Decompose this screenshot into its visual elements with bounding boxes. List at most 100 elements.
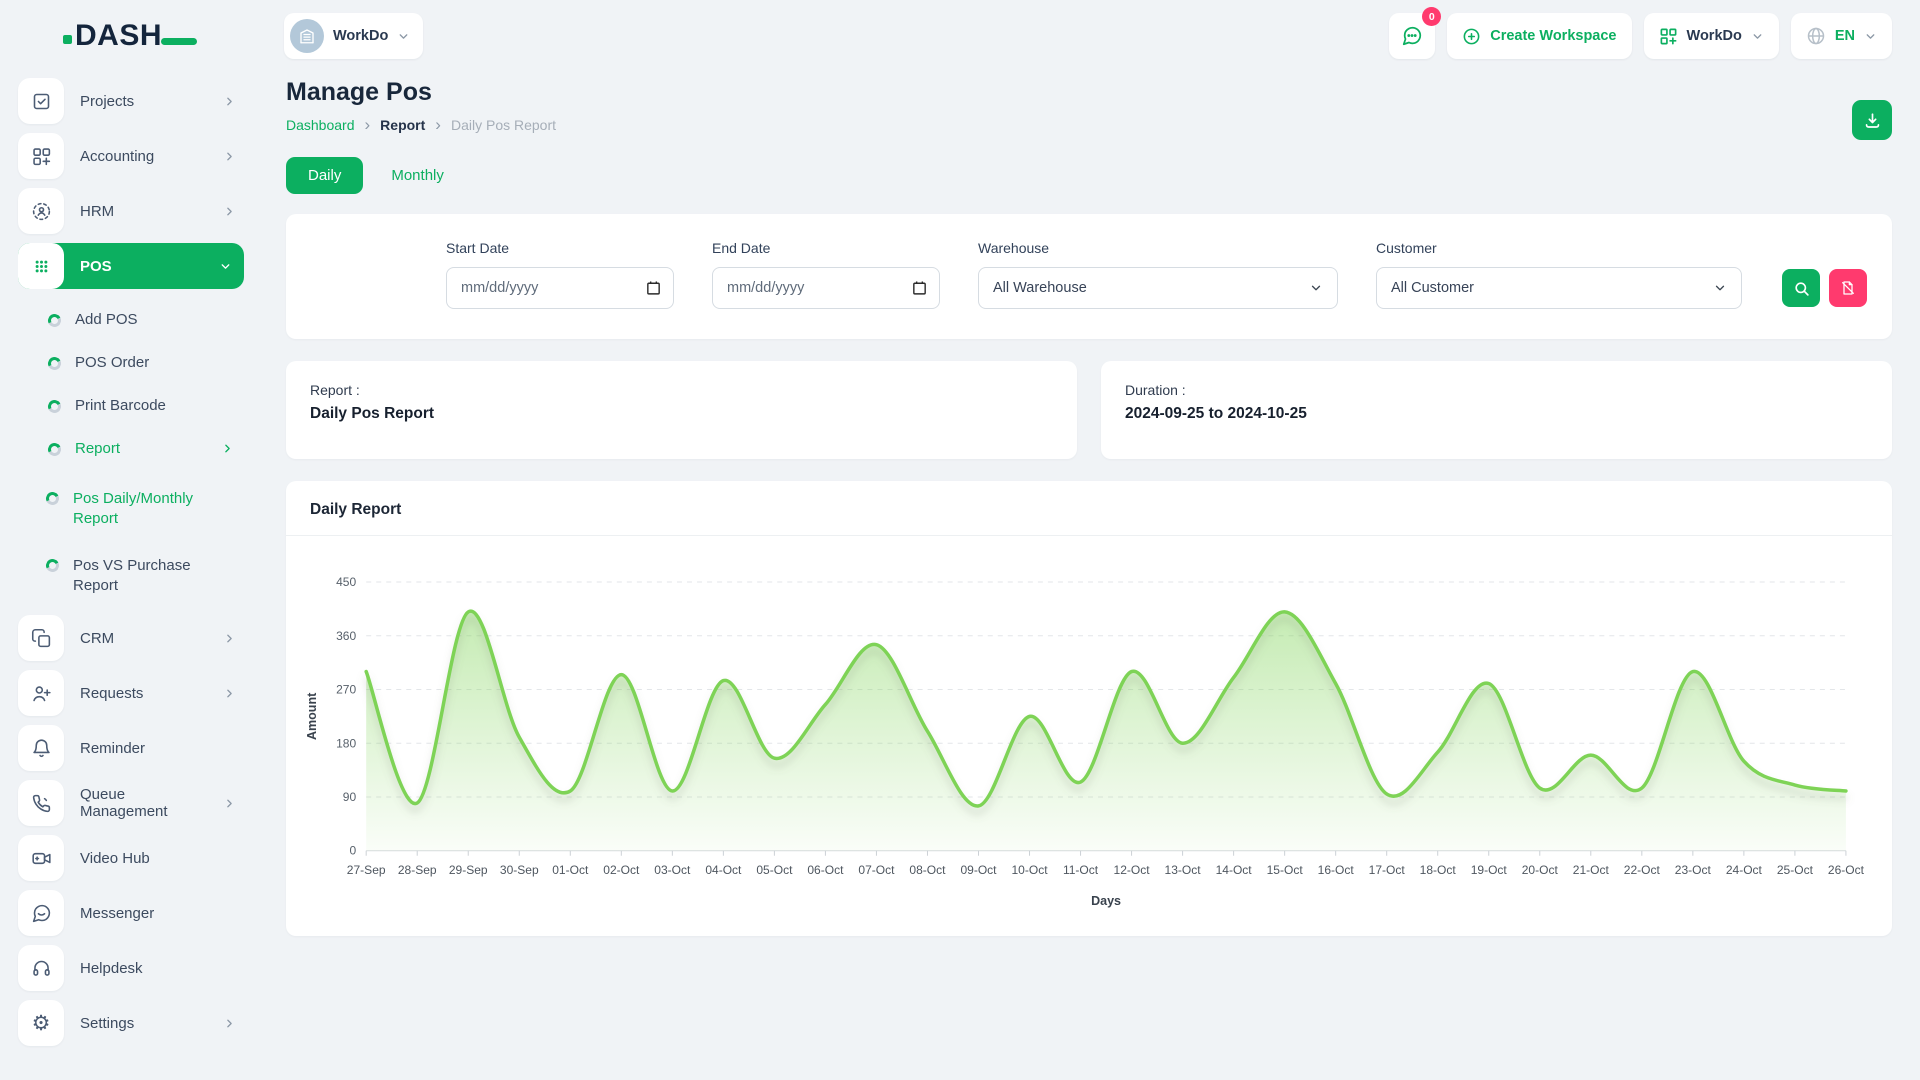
start-date-input[interactable] (446, 267, 674, 309)
svg-text:21-Oct: 21-Oct (1573, 863, 1610, 877)
workspace-switcher[interactable]: WorkDo (284, 13, 423, 59)
svg-text:16-Oct: 16-Oct (1318, 863, 1355, 877)
search-icon (1793, 280, 1810, 297)
grid-plus-icon (1659, 27, 1678, 46)
submenu-item-pos-order[interactable]: POS Order (48, 341, 244, 384)
create-workspace-button[interactable]: Create Workspace (1447, 13, 1631, 59)
sidebar-item-accounting[interactable]: Accounting (18, 133, 244, 179)
workspace-menu[interactable]: WorkDo (1644, 13, 1779, 59)
svg-text:01-Oct: 01-Oct (552, 863, 589, 877)
tab-daily[interactable]: Daily (286, 157, 363, 194)
customer-select[interactable]: All Customer (1376, 267, 1742, 309)
dash-logo: DASH (0, 21, 260, 51)
sidebar-item-messenger[interactable]: Messenger (18, 890, 244, 936)
sidebar-item-reminder[interactable]: Reminder (18, 725, 244, 771)
end-date-input[interactable] (712, 267, 940, 309)
sidebar-item-video-hub[interactable]: Video Hub (18, 835, 244, 881)
tab-monthly[interactable]: Monthly (377, 157, 458, 194)
sidebar-item-settings[interactable]: ⚙ Settings (18, 1000, 244, 1046)
video-camera-icon (18, 835, 64, 881)
file-slash-icon (1840, 280, 1856, 296)
sidebar-item-label: Video Hub (80, 850, 150, 867)
breadcrumb-report-link[interactable]: Report (380, 117, 425, 133)
svg-text:02-Oct: 02-Oct (603, 863, 640, 877)
chevron-down-icon (1309, 281, 1323, 295)
chevron-down-icon (219, 260, 232, 273)
submenu-item-pos-daily-monthly-report[interactable]: Pos Daily/Monthly Report (46, 476, 244, 543)
submenu-item-add-pos[interactable]: Add POS (48, 298, 244, 341)
sidebar-item-label: HRM (80, 203, 114, 220)
svg-text:24-Oct: 24-Oct (1726, 863, 1763, 877)
svg-text:450: 450 (336, 575, 356, 589)
sidebar-item-helpdesk[interactable]: Helpdesk (18, 945, 244, 991)
svg-text:22-Oct: 22-Oct (1624, 863, 1661, 877)
chevron-down-icon (397, 30, 410, 43)
svg-text:20-Oct: 20-Oct (1522, 863, 1559, 877)
chart-title: Daily Report (286, 481, 1892, 535)
svg-text:270: 270 (336, 683, 356, 697)
chevron-right-icon (223, 797, 236, 810)
globe-icon (1806, 26, 1826, 46)
sidebar-item-label: Accounting (80, 148, 154, 165)
chart-area: 45036027018090027-Sep28-Sep29-Sep30-Sep0… (286, 536, 1892, 918)
svg-text:180: 180 (336, 736, 356, 750)
ring-bullet-icon (44, 557, 61, 574)
svg-text:04-Oct: 04-Oct (705, 863, 742, 877)
chevron-right-icon (223, 95, 236, 108)
daily-report-area-chart: 45036027018090027-Sep28-Sep29-Sep30-Sep0… (302, 566, 1866, 913)
chat-bubble-icon (1401, 25, 1423, 47)
warehouse-select[interactable]: All Warehouse (978, 267, 1338, 309)
reset-filter-button[interactable] (1829, 269, 1867, 307)
ring-bullet-icon (46, 441, 63, 458)
sidebar-item-requests[interactable]: Requests (18, 670, 244, 716)
end-date-group: End Date (712, 240, 940, 309)
svg-text:27-Sep: 27-Sep (347, 863, 386, 877)
svg-text:26-Oct: 26-Oct (1828, 863, 1865, 877)
svg-text:07-Oct: 07-Oct (858, 863, 895, 877)
svg-text:13-Oct: 13-Oct (1165, 863, 1202, 877)
sidebar-item-label: Helpdesk (80, 960, 143, 977)
svg-text:09-Oct: 09-Oct (960, 863, 997, 877)
submenu-item-report[interactable]: Report (48, 427, 244, 470)
plus-circle-icon (1462, 27, 1481, 46)
svg-text:90: 90 (343, 790, 357, 804)
download-icon (1863, 111, 1882, 130)
submenu-item-pos-vs-purchase-report[interactable]: Pos VS Purchase Report (46, 543, 244, 610)
chevron-down-icon (1864, 30, 1877, 43)
submenu-item-label: Pos Daily/Monthly Report (73, 489, 213, 530)
end-date-label: End Date (712, 240, 940, 256)
sidebar: Projects Accounting HRM (0, 64, 260, 1080)
svg-text:03-Oct: 03-Oct (654, 863, 691, 877)
duration-label: Duration : (1125, 382, 1868, 398)
chevron-right-icon (223, 1017, 236, 1030)
download-report-button[interactable] (1852, 100, 1892, 140)
sidebar-item-queue-management[interactable]: Queue Management (18, 780, 244, 826)
svg-text:360: 360 (336, 629, 356, 643)
language-code: EN (1835, 28, 1855, 44)
svg-text:10-Oct: 10-Oct (1011, 863, 1048, 877)
svg-text:08-Oct: 08-Oct (909, 863, 946, 877)
sidebar-item-crm[interactable]: CRM (18, 615, 244, 661)
sidebar-item-projects[interactable]: Projects (18, 78, 244, 124)
page-title: Manage Pos (286, 78, 1892, 107)
sidebar-item-pos[interactable]: POS (18, 243, 244, 289)
submenu-item-print-barcode[interactable]: Print Barcode (48, 384, 244, 427)
sidebar-item-hrm[interactable]: HRM (18, 188, 244, 234)
breadcrumb-dashboard-link[interactable]: Dashboard (286, 117, 355, 133)
logo-text: DASH (75, 21, 162, 51)
search-button[interactable] (1782, 269, 1820, 307)
svg-text:12-Oct: 12-Oct (1114, 863, 1151, 877)
logo-dot (63, 35, 72, 44)
daily-report-card: Daily Report 45036027018090027-Sep28-Sep… (286, 481, 1892, 936)
breadcrumb: Dashboard › Report › Daily Pos Report (286, 116, 1892, 133)
ring-bullet-icon (44, 490, 61, 507)
message-bubble-icon (18, 890, 64, 936)
pos-submenu: Add POS POS Order Print Barcode Report (18, 298, 244, 470)
start-date-group: Start Date (446, 240, 674, 309)
breadcrumb-current-page: Daily Pos Report (451, 117, 556, 133)
language-selector[interactable]: EN (1791, 13, 1892, 59)
start-date-label: Start Date (446, 240, 674, 256)
messages-button[interactable]: 0 (1389, 13, 1435, 59)
customer-label: Customer (1376, 240, 1742, 256)
warehouse-group: Warehouse All Warehouse (978, 240, 1338, 309)
